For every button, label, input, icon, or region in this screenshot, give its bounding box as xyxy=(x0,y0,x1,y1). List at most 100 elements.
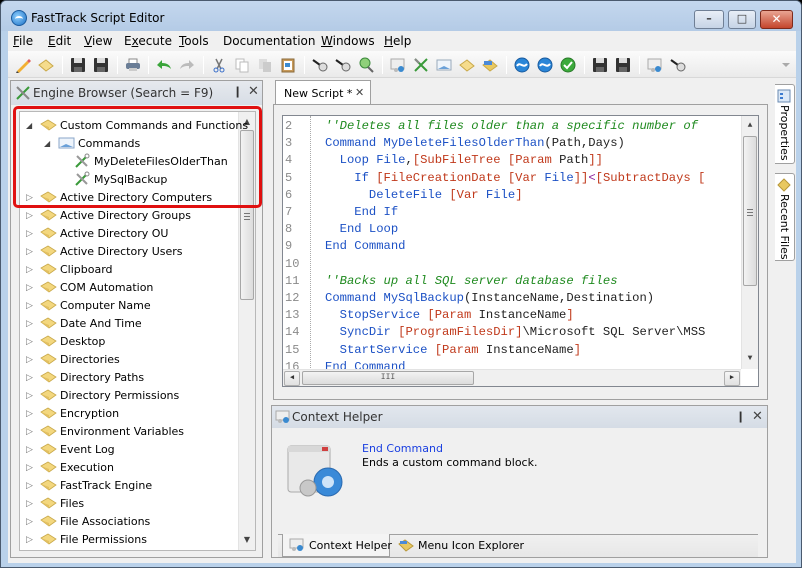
collapsed-arrow-icon[interactable]: ▷ xyxy=(26,211,33,221)
collapsed-arrow-icon[interactable]: ▷ xyxy=(26,373,33,383)
scroll-thumb[interactable] xyxy=(743,136,757,286)
redo-icon[interactable] xyxy=(179,57,195,73)
code-vertical-scrollbar[interactable]: ▲ ▼ xyxy=(741,116,758,369)
expanded-arrow-icon[interactable]: ◢ xyxy=(26,121,32,131)
tree-item[interactable]: ◢ Custom Commands and Functions xyxy=(20,117,248,135)
compile-icon[interactable] xyxy=(592,57,608,73)
tree-item[interactable]: ▷ FastTrack Engine xyxy=(20,477,240,495)
save-as-icon[interactable] xyxy=(93,57,109,73)
title-bar[interactable]: FastTrack Script Editor – □ ✕ xyxy=(1,1,801,31)
tree-item[interactable]: ▷ Desktop xyxy=(20,333,240,351)
compile-all-icon[interactable] xyxy=(615,57,631,73)
collapsed-arrow-icon[interactable]: ▷ xyxy=(26,229,33,239)
tree-item[interactable]: MyDeleteFilesOlderThan xyxy=(20,153,240,171)
close-panel-icon[interactable]: ✕ xyxy=(752,409,763,424)
tree-item[interactable]: ▷ Directories xyxy=(20,351,240,369)
paste-icon[interactable] xyxy=(257,57,273,73)
collapsed-arrow-icon[interactable]: ▷ xyxy=(26,481,33,491)
cut-icon[interactable] xyxy=(211,57,227,73)
tree-item[interactable]: ▷ Active Directory Computers xyxy=(20,189,240,207)
copy-icon[interactable] xyxy=(234,57,250,73)
undo-icon[interactable] xyxy=(156,57,172,73)
find-icon[interactable] xyxy=(312,57,328,73)
tree-item[interactable]: ▷ Active Directory Users xyxy=(20,243,240,261)
command-name-link[interactable]: End Command xyxy=(362,442,443,455)
tree-item[interactable]: ▷ Directory Paths xyxy=(20,369,240,387)
collapsed-arrow-icon[interactable]: ▷ xyxy=(26,247,33,257)
collapsed-arrow-icon[interactable]: ▷ xyxy=(26,427,33,437)
tree-item[interactable]: ▷ File Permissions xyxy=(20,531,240,549)
tree-item[interactable]: ▷ Computer Name xyxy=(20,297,240,315)
minimize-button[interactable]: – xyxy=(694,10,724,29)
scroll-down-icon[interactable]: ▼ xyxy=(742,351,758,367)
maximize-button[interactable]: □ xyxy=(728,10,756,29)
scroll-thumb[interactable]: III xyxy=(302,371,474,385)
tree-item[interactable]: ▷ COM Automation xyxy=(20,279,240,297)
menu-file[interactable]: File xyxy=(13,34,33,48)
scroll-left-icon[interactable]: ◀ xyxy=(284,371,300,386)
tree-item[interactable]: ▷ Clipboard xyxy=(20,261,240,279)
menu-tools[interactable]: Tools xyxy=(179,34,209,48)
tree-item[interactable]: MySqlBackup xyxy=(20,171,240,189)
tree-item[interactable]: ▷ Date And Time xyxy=(20,315,240,333)
toolbar-overflow-icon[interactable] xyxy=(782,63,790,67)
context-helper-icon[interactable] xyxy=(390,57,406,73)
tree-item[interactable]: ▷ Directory Permissions xyxy=(20,387,240,405)
tree-item[interactable]: ▷ File Associations xyxy=(20,513,240,531)
close-panel-icon[interactable]: ✕ xyxy=(248,84,259,99)
expanded-arrow-icon[interactable]: ◢ xyxy=(44,139,50,149)
tab-close-icon[interactable]: ✕ xyxy=(355,86,364,99)
collapsed-arrow-icon[interactable]: ▷ xyxy=(26,337,33,347)
search-icon[interactable] xyxy=(670,57,686,73)
tab-menu-icon-explorer[interactable]: Menu Icon Explorer xyxy=(392,534,524,557)
menu-edit[interactable]: Edit xyxy=(48,34,71,48)
collapsed-arrow-icon[interactable]: ▷ xyxy=(26,517,33,527)
pin-icon[interactable]: ❙ xyxy=(736,410,745,423)
tree-item[interactable]: ▷ Encryption xyxy=(20,405,240,423)
collapsed-arrow-icon[interactable]: ▷ xyxy=(26,463,33,473)
eraser-icon[interactable] xyxy=(38,57,54,73)
side-tab-properties[interactable]: Properties xyxy=(775,84,795,164)
scroll-down-icon[interactable]: ▼ xyxy=(239,532,255,548)
collapsed-arrow-icon[interactable]: ▷ xyxy=(26,355,33,365)
collapsed-arrow-icon[interactable]: ▷ xyxy=(26,445,33,455)
menu-view[interactable]: View xyxy=(84,34,112,48)
pin-icon[interactable]: ❙ xyxy=(233,85,242,98)
pencil-icon[interactable] xyxy=(15,57,31,73)
collapsed-arrow-icon[interactable]: ▷ xyxy=(26,535,33,545)
collapsed-arrow-icon[interactable]: ▷ xyxy=(26,409,33,419)
tree-item[interactable]: ▷ Active Directory OU xyxy=(20,225,240,243)
collapsed-arrow-icon[interactable]: ▷ xyxy=(26,319,33,329)
code-editor[interactable]: 2 3 4 5 6 7 8 9 10 11 12 13 14 15 16 ''Deletes all fil… xyxy=(282,115,759,387)
collapsed-arrow-icon[interactable]: ▷ xyxy=(26,265,33,275)
check-syntax-icon[interactable] xyxy=(560,57,576,73)
collapsed-arrow-icon[interactable]: ▷ xyxy=(26,283,33,293)
tree-item[interactable]: ▷ Files xyxy=(20,495,240,513)
side-tab-recent-files[interactable]: Recent Files xyxy=(775,173,795,261)
run-icon[interactable] xyxy=(514,57,530,73)
tree-item[interactable]: ▷ Active Directory Groups xyxy=(20,207,240,225)
engine-browser-icon[interactable] xyxy=(413,57,429,73)
find-next-icon[interactable] xyxy=(335,57,351,73)
tree-item[interactable]: ▷ Event Log xyxy=(20,441,240,459)
tree-item[interactable]: ◢ Commands xyxy=(20,135,240,153)
find-replace-icon[interactable] xyxy=(358,57,374,73)
print-icon[interactable] xyxy=(125,57,141,73)
folder-open-icon[interactable] xyxy=(459,57,475,73)
save-icon[interactable] xyxy=(70,57,86,73)
scroll-thumb[interactable] xyxy=(240,130,254,300)
settings-icon[interactable] xyxy=(647,57,663,73)
menu-help[interactable]: Help xyxy=(384,34,411,48)
run-elevated-icon[interactable] xyxy=(537,57,553,73)
tab-new-script[interactable]: New Script * ✕ xyxy=(275,80,371,104)
image-icon[interactable] xyxy=(436,57,452,73)
tree-scrollbar[interactable]: ▲ ▼ xyxy=(238,112,255,550)
collapsed-arrow-icon[interactable]: ▷ xyxy=(26,391,33,401)
collapsed-arrow-icon[interactable]: ▷ xyxy=(26,193,33,203)
clipboard-icon[interactable] xyxy=(280,57,296,73)
menu-windows[interactable]: Windows xyxy=(321,34,375,48)
tree-item[interactable]: ▷ Execution xyxy=(20,459,240,477)
tab-context-helper[interactable]: Context Helper xyxy=(282,534,392,557)
code-horizontal-scrollbar[interactable]: ◀ III ▶ xyxy=(283,369,741,386)
scroll-right-icon[interactable]: ▶ xyxy=(724,371,740,386)
